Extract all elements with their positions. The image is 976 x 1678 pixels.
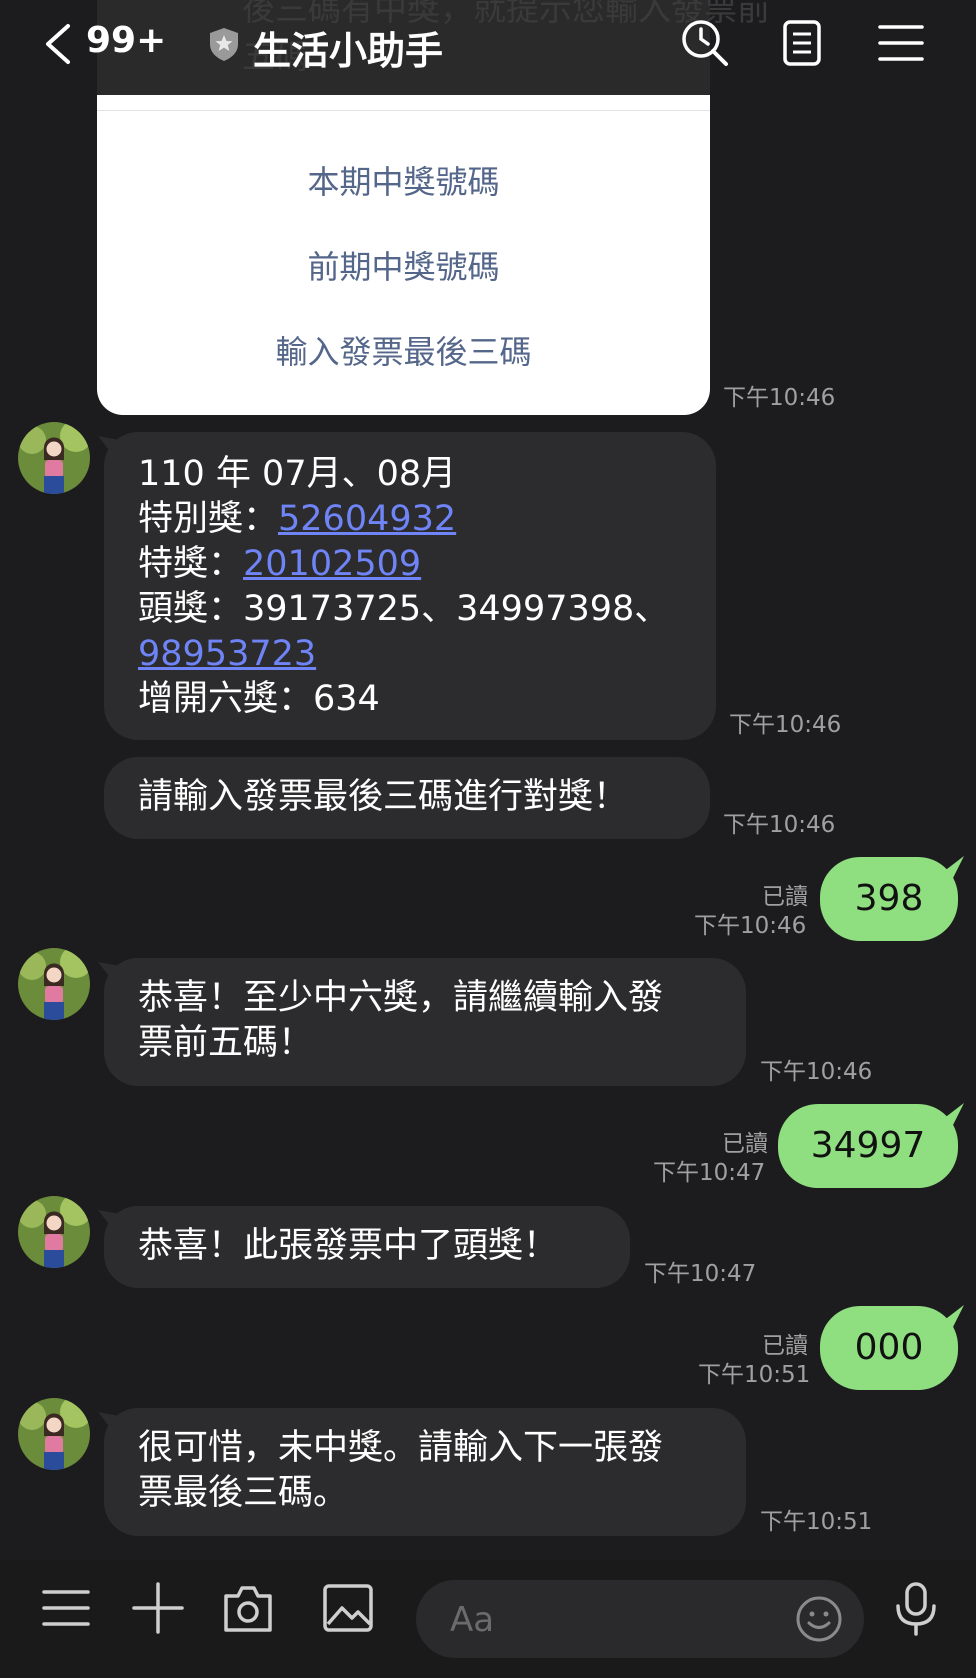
bubble-tail: [98, 436, 120, 454]
label: 特別獎：: [138, 499, 279, 539]
avatar[interactable]: [18, 1196, 90, 1268]
unread-count[interactable]: 99+: [86, 20, 166, 61]
menu-icon[interactable]: [38, 1580, 94, 1636]
message-text: 恭喜！至少中六獎，請繼續輸入發: [138, 978, 664, 1018]
search-history-icon[interactable]: [680, 18, 730, 68]
notes-icon[interactable]: [777, 18, 827, 68]
first-prize-line: 頭獎：39173725、34997398、: [138, 589, 670, 629]
official-account-shield-icon: [210, 28, 238, 61]
message-time: 下午10:46: [760, 1059, 873, 1085]
message-text: 票最後三碼。: [138, 1473, 349, 1513]
label: 特獎：: [138, 544, 244, 584]
message-time: 下午10:46: [723, 385, 836, 411]
chat-title: 生活小助手: [253, 29, 444, 73]
bubble-tail: [98, 1210, 120, 1228]
avatar[interactable]: [18, 1398, 90, 1470]
message-bubble: 很可惜，未中獎。請輸入下一張發 票最後三碼。: [98, 1408, 746, 1536]
number-link[interactable]: 52604932: [278, 499, 456, 539]
special-prize-line: 特別獎：52604932: [138, 497, 669, 542]
bubble-tail: [98, 962, 120, 980]
message-time: 下午10:51: [698, 1362, 811, 1388]
camera-icon[interactable]: [220, 1580, 276, 1636]
grand-prize-line: 特獎：20102509: [138, 542, 669, 587]
input-placeholder: Aa: [450, 1600, 495, 1640]
option-current-winning-numbers[interactable]: 本期中獎號碼: [97, 157, 710, 203]
quick-reply-card: 本期中獎號碼 前期中獎號碼 輸入發票最後三碼: [97, 95, 710, 415]
message-input[interactable]: Aa: [416, 1580, 864, 1658]
period-line: 110 年 07月、08月: [138, 454, 457, 494]
option-previous-winning-numbers[interactable]: 前期中獎號碼: [97, 242, 710, 288]
chat-header: 99+ 生活小助手: [0, 0, 976, 90]
bubble-tail: [930, 856, 964, 882]
number-link[interactable]: 20102509: [243, 544, 421, 584]
message-time: 下午10:46: [694, 913, 807, 939]
menu-icon[interactable]: [876, 18, 926, 68]
message-time: 下午10:46: [723, 812, 836, 838]
message-bubble: 請輸入發票最後三碼進行對獎！: [104, 757, 710, 839]
message-bubble: 恭喜！此張發票中了頭獎！: [98, 1206, 630, 1288]
avatar[interactable]: [18, 948, 90, 1020]
divider: [97, 110, 710, 111]
plus-icon[interactable]: [130, 1580, 186, 1636]
message-time: 下午10:47: [644, 1261, 757, 1287]
message-text: 很可惜，未中獎。請輸入下一張發: [138, 1428, 664, 1468]
number-link[interactable]: 98953723: [138, 634, 316, 674]
message-text: 請輸入發票最後三碼進行對獎！: [138, 777, 629, 817]
message-time: 下午10:46: [729, 712, 842, 738]
back-arrow-icon[interactable]: [40, 22, 80, 66]
message-time: 下午10:47: [653, 1160, 766, 1186]
message-time: 下午10:51: [760, 1509, 873, 1535]
bubble-tail: [930, 1305, 964, 1331]
message-bubble: 恭喜！至少中六獎，請繼續輸入發 票前五碼！: [98, 958, 746, 1086]
message-bubble: 110 年 07月、08月 特別獎：52604932 特獎：20102509 頭…: [98, 432, 716, 740]
avatar[interactable]: [18, 422, 90, 494]
bubble-tail: [930, 1103, 964, 1129]
message-text: 恭喜！此張發票中了頭獎！: [138, 1226, 559, 1266]
input-bar: Aa: [0, 1560, 976, 1678]
image-icon[interactable]: [320, 1580, 376, 1636]
option-enter-last-three-digits[interactable]: 輸入發票最後三碼: [97, 327, 710, 373]
microphone-icon[interactable]: [888, 1580, 944, 1636]
emoji-icon[interactable]: [794, 1594, 844, 1644]
message-text: 票前五碼！: [138, 1023, 314, 1063]
sixth-prize-line: 增開六獎：634: [138, 679, 380, 719]
bubble-tail: [98, 1412, 120, 1430]
